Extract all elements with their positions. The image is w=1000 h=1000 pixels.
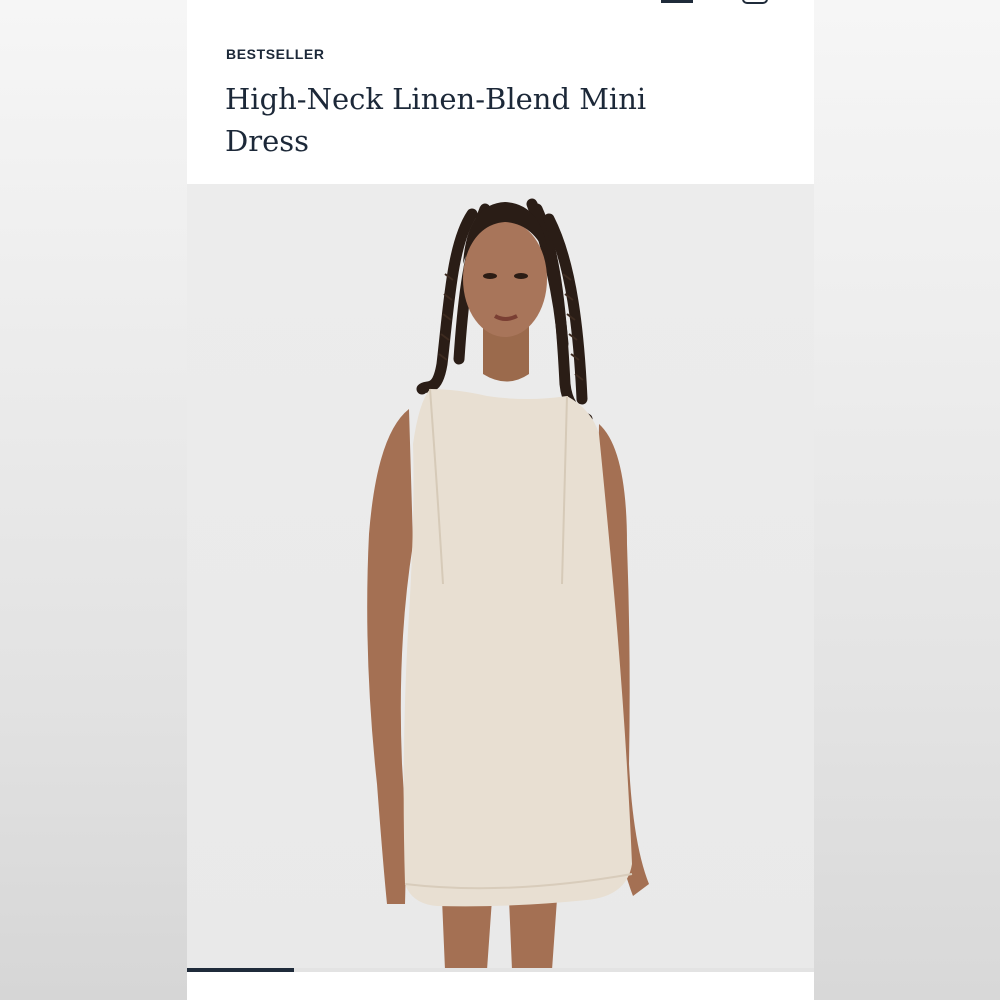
dress	[403, 389, 632, 907]
gallery-progress-indicator	[187, 968, 294, 972]
product-page: BESTSELLER High-Neck Linen-Blend Mini Dr…	[187, 0, 814, 1000]
background-right	[814, 0, 1000, 1000]
background-left	[0, 0, 187, 1000]
bestseller-badge: BESTSELLER	[226, 46, 325, 62]
product-title: High-Neck Linen-Blend Mini Dress	[225, 82, 647, 158]
account-icon[interactable]	[661, 0, 693, 3]
legs	[442, 899, 557, 970]
model-photo	[367, 198, 649, 970]
bag-icon[interactable]	[742, 0, 768, 4]
header-icons	[187, 0, 814, 10]
product-image[interactable]	[187, 184, 814, 970]
